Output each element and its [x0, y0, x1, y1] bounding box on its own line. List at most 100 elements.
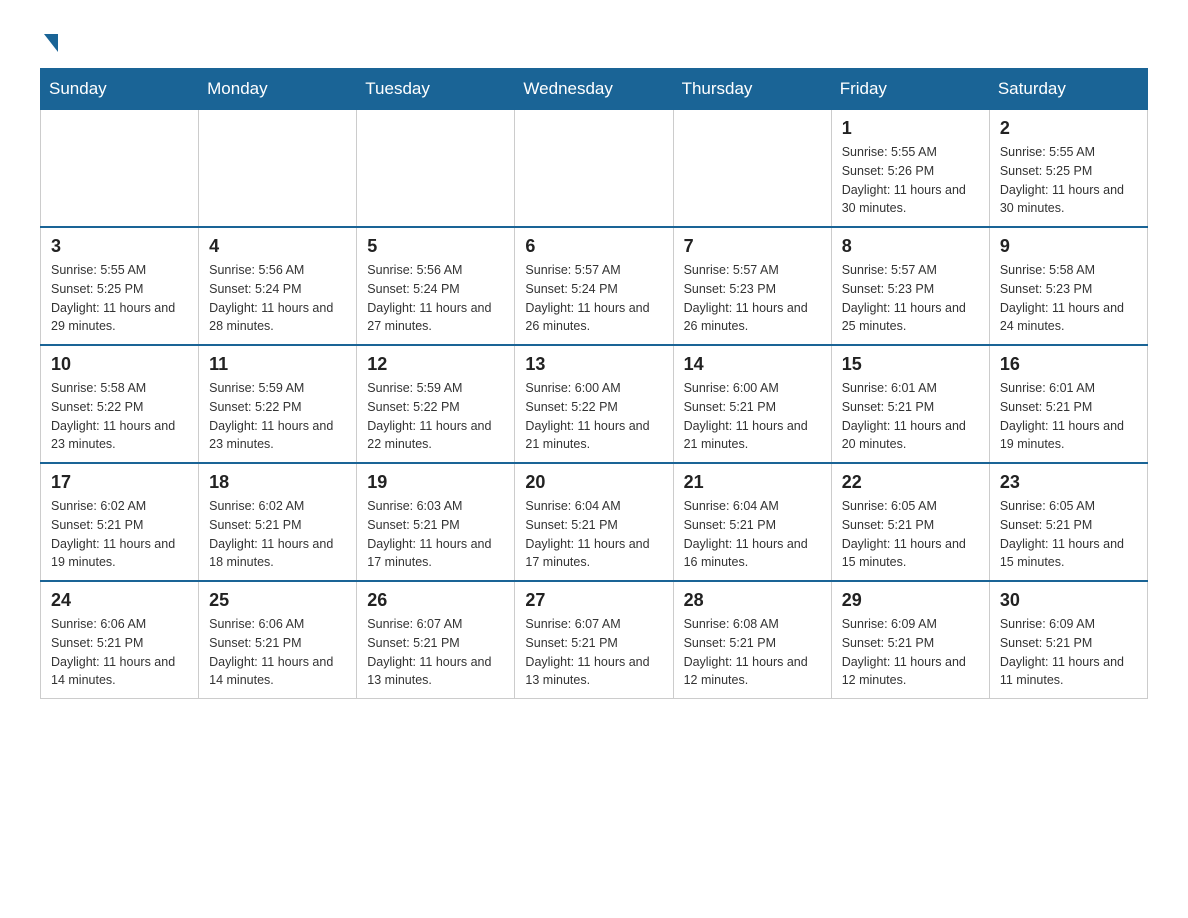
day-info: Sunrise: 5:59 AM Sunset: 5:22 PM Dayligh…	[209, 379, 346, 454]
day-number: 8	[842, 236, 979, 257]
day-number: 29	[842, 590, 979, 611]
calendar-header-row: SundayMondayTuesdayWednesdayThursdayFrid…	[41, 69, 1148, 110]
day-of-week-header: Sunday	[41, 69, 199, 110]
calendar-cell	[199, 110, 357, 228]
day-of-week-header: Friday	[831, 69, 989, 110]
day-number: 16	[1000, 354, 1137, 375]
day-info: Sunrise: 6:04 AM Sunset: 5:21 PM Dayligh…	[525, 497, 662, 572]
calendar-cell: 17Sunrise: 6:02 AM Sunset: 5:21 PM Dayli…	[41, 463, 199, 581]
page-header	[40, 30, 1148, 48]
calendar-cell: 14 Sunrise: 6:00 AM Sunset: 5:21 PM Dayli…	[673, 345, 831, 463]
calendar-cell: 24 Sunrise: 6:06 AM Sunset: 5:21 PM Dayli…	[41, 581, 199, 699]
calendar-cell	[357, 110, 515, 228]
day-number: 11	[209, 354, 346, 375]
day-info: Sunrise: 6:06 AM Sunset: 5:21 PM Dayligh…	[51, 615, 188, 690]
calendar-cell: 16 Sunrise: 6:01 AM Sunset: 5:21 PM Dayli…	[989, 345, 1147, 463]
day-info: Sunrise: 5:55 AM Sunset: 5:26 PM Dayligh…	[842, 143, 979, 218]
day-info: Sunrise: 6:06 AM Sunset: 5:21 PM Dayligh…	[209, 615, 346, 690]
day-info: Sunrise: 6:02 AM Sunset: 5:21 PM Dayligh…	[209, 497, 346, 572]
day-number: 1	[842, 118, 979, 139]
calendar-cell: 7 Sunrise: 5:57 AM Sunset: 5:23 PM Daylig…	[673, 227, 831, 345]
day-number: 23	[1000, 472, 1137, 493]
calendar-cell: 8 Sunrise: 5:57 AM Sunset: 5:23 PM Daylig…	[831, 227, 989, 345]
day-number: 18	[209, 472, 346, 493]
calendar-cell: 26Sunrise: 6:07 AM Sunset: 5:21 PM Dayli…	[357, 581, 515, 699]
calendar-cell: 10Sunrise: 5:58 AM Sunset: 5:22 PM Dayli…	[41, 345, 199, 463]
day-number: 28	[684, 590, 821, 611]
day-info: Sunrise: 6:05 AM Sunset: 5:21 PM Dayligh…	[1000, 497, 1137, 572]
day-info: Sunrise: 6:04 AM Sunset: 5:21 PM Dayligh…	[684, 497, 821, 572]
day-info: Sunrise: 6:05 AM Sunset: 5:21 PM Dayligh…	[842, 497, 979, 572]
calendar-cell: 25 Sunrise: 6:06 AM Sunset: 5:21 PM Dayli…	[199, 581, 357, 699]
day-number: 6	[525, 236, 662, 257]
calendar-cell: 19 Sunrise: 6:03 AM Sunset: 5:21 PM Dayli…	[357, 463, 515, 581]
day-info: Sunrise: 6:03 AM Sunset: 5:21 PM Dayligh…	[367, 497, 504, 572]
calendar-cell: 12 Sunrise: 5:59 AM Sunset: 5:22 PM Dayli…	[357, 345, 515, 463]
day-number: 13	[525, 354, 662, 375]
day-number: 21	[684, 472, 821, 493]
day-info: Sunrise: 6:00 AM Sunset: 5:22 PM Dayligh…	[525, 379, 662, 454]
day-number: 30	[1000, 590, 1137, 611]
calendar-cell: 21 Sunrise: 6:04 AM Sunset: 5:21 PM Dayli…	[673, 463, 831, 581]
calendar-week-row: 17Sunrise: 6:02 AM Sunset: 5:21 PM Dayli…	[41, 463, 1148, 581]
calendar-cell	[515, 110, 673, 228]
day-number: 22	[842, 472, 979, 493]
day-info: Sunrise: 5:57 AM Sunset: 5:23 PM Dayligh…	[684, 261, 821, 336]
day-number: 5	[367, 236, 504, 257]
day-info: Sunrise: 6:01 AM Sunset: 5:21 PM Dayligh…	[842, 379, 979, 454]
day-number: 9	[1000, 236, 1137, 257]
calendar-cell: 11 Sunrise: 5:59 AM Sunset: 5:22 PM Dayli…	[199, 345, 357, 463]
day-info: Sunrise: 5:56 AM Sunset: 5:24 PM Dayligh…	[367, 261, 504, 336]
day-of-week-header: Monday	[199, 69, 357, 110]
day-number: 12	[367, 354, 504, 375]
calendar-cell: 13 Sunrise: 6:00 AM Sunset: 5:22 PM Dayli…	[515, 345, 673, 463]
calendar-cell: 22 Sunrise: 6:05 AM Sunset: 5:21 PM Dayli…	[831, 463, 989, 581]
calendar-cell: 15 Sunrise: 6:01 AM Sunset: 5:21 PM Dayli…	[831, 345, 989, 463]
day-info: Sunrise: 6:09 AM Sunset: 5:21 PM Dayligh…	[1000, 615, 1137, 690]
day-info: Sunrise: 5:56 AM Sunset: 5:24 PM Dayligh…	[209, 261, 346, 336]
day-number: 15	[842, 354, 979, 375]
day-info: Sunrise: 6:08 AM Sunset: 5:21 PM Dayligh…	[684, 615, 821, 690]
day-number: 4	[209, 236, 346, 257]
day-info: Sunrise: 5:57 AM Sunset: 5:23 PM Dayligh…	[842, 261, 979, 336]
calendar-week-row: 3 Sunrise: 5:55 AM Sunset: 5:25 PM Daylig…	[41, 227, 1148, 345]
day-number: 3	[51, 236, 188, 257]
calendar-cell: 4 Sunrise: 5:56 AM Sunset: 5:24 PM Daylig…	[199, 227, 357, 345]
calendar-week-row: 24 Sunrise: 6:06 AM Sunset: 5:21 PM Dayli…	[41, 581, 1148, 699]
day-info: Sunrise: 5:58 AM Sunset: 5:23 PM Dayligh…	[1000, 261, 1137, 336]
calendar-cell: 23 Sunrise: 6:05 AM Sunset: 5:21 PM Dayli…	[989, 463, 1147, 581]
day-of-week-header: Thursday	[673, 69, 831, 110]
day-info: Sunrise: 5:57 AM Sunset: 5:24 PM Dayligh…	[525, 261, 662, 336]
day-info: Sunrise: 6:07 AM Sunset: 5:21 PM Dayligh…	[367, 615, 504, 690]
day-info: Sunrise: 5:55 AM Sunset: 5:25 PM Dayligh…	[1000, 143, 1137, 218]
calendar-cell: 9 Sunrise: 5:58 AM Sunset: 5:23 PM Daylig…	[989, 227, 1147, 345]
day-number: 2	[1000, 118, 1137, 139]
day-info: Sunrise: 5:59 AM Sunset: 5:22 PM Dayligh…	[367, 379, 504, 454]
calendar-cell: 30 Sunrise: 6:09 AM Sunset: 5:21 PM Dayli…	[989, 581, 1147, 699]
calendar-cell: 18 Sunrise: 6:02 AM Sunset: 5:21 PM Dayli…	[199, 463, 357, 581]
day-of-week-header: Tuesday	[357, 69, 515, 110]
calendar-cell: 5 Sunrise: 5:56 AM Sunset: 5:24 PM Daylig…	[357, 227, 515, 345]
calendar-cell	[673, 110, 831, 228]
day-of-week-header: Saturday	[989, 69, 1147, 110]
day-number: 14	[684, 354, 821, 375]
day-number: 19	[367, 472, 504, 493]
logo-arrow-icon	[44, 34, 58, 52]
calendar-cell: 3 Sunrise: 5:55 AM Sunset: 5:25 PM Daylig…	[41, 227, 199, 345]
calendar-table: SundayMondayTuesdayWednesdayThursdayFrid…	[40, 68, 1148, 699]
calendar-cell: 20Sunrise: 6:04 AM Sunset: 5:21 PM Dayli…	[515, 463, 673, 581]
day-number: 24	[51, 590, 188, 611]
day-info: Sunrise: 6:00 AM Sunset: 5:21 PM Dayligh…	[684, 379, 821, 454]
day-info: Sunrise: 6:01 AM Sunset: 5:21 PM Dayligh…	[1000, 379, 1137, 454]
day-number: 7	[684, 236, 821, 257]
day-info: Sunrise: 5:58 AM Sunset: 5:22 PM Dayligh…	[51, 379, 188, 454]
calendar-week-row: 1 Sunrise: 5:55 AM Sunset: 5:26 PM Daylig…	[41, 110, 1148, 228]
calendar-cell: 1 Sunrise: 5:55 AM Sunset: 5:26 PM Daylig…	[831, 110, 989, 228]
day-number: 25	[209, 590, 346, 611]
day-info: Sunrise: 6:07 AM Sunset: 5:21 PM Dayligh…	[525, 615, 662, 690]
day-info: Sunrise: 5:55 AM Sunset: 5:25 PM Dayligh…	[51, 261, 188, 336]
calendar-cell: 29Sunrise: 6:09 AM Sunset: 5:21 PM Dayli…	[831, 581, 989, 699]
calendar-cell: 6 Sunrise: 5:57 AM Sunset: 5:24 PM Daylig…	[515, 227, 673, 345]
calendar-cell: 27Sunrise: 6:07 AM Sunset: 5:21 PM Dayli…	[515, 581, 673, 699]
day-of-week-header: Wednesday	[515, 69, 673, 110]
